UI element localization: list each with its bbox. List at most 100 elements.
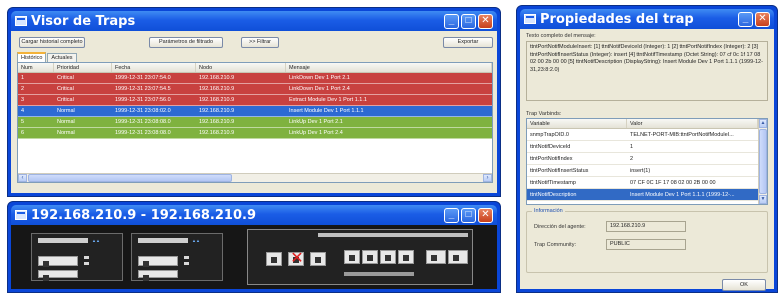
- port-1[interactable]: [266, 252, 282, 266]
- cell-message: LinkUp Dev 1 Port 2.4: [289, 130, 343, 136]
- filter-params-button[interactable]: Parámetros de filtrado: [149, 37, 223, 48]
- close-icon[interactable]: ✕: [755, 11, 770, 27]
- export-button[interactable]: Exportar: [443, 37, 493, 48]
- minimize-icon[interactable]: _: [444, 207, 459, 223]
- cell-num: 5: [21, 119, 25, 125]
- trap-properties-content: Texto completo del mensaje: ttntPortNoti…: [520, 29, 774, 291]
- device-module-3[interactable]: ✕: [247, 229, 473, 285]
- maximize-icon[interactable]: □: [461, 13, 476, 29]
- traps-table-body: 1 Critical 1999-12-31 23:07:54.0 192.168.21…: [18, 73, 492, 139]
- maximize-icon[interactable]: □: [461, 207, 476, 223]
- column-header-message[interactable]: Mensaje: [286, 63, 492, 72]
- cell-message: Insert Module Dev 1 Port 1.1.1: [289, 108, 364, 114]
- device-module-2[interactable]: ▲▲: [131, 233, 223, 281]
- info-label: Información: [532, 208, 565, 214]
- table-row[interactable]: 5 Normal 1999-12-31 23:08:08.0 192.168.210.…: [18, 117, 492, 128]
- table-row[interactable]: 3 Critical 1999-12-31 23:07:56.0 192.168.21…: [18, 95, 492, 106]
- window-app-icon: [15, 16, 27, 26]
- scroll-left-icon[interactable]: ‹: [18, 174, 27, 182]
- vertical-scrollbar[interactable]: ▲ ▼: [758, 119, 767, 204]
- module-logo: ▲▲: [92, 238, 100, 243]
- list-item[interactable]: ttntPortNotifIndex 2: [527, 153, 758, 165]
- window-title: Propiedades del trap: [540, 11, 694, 27]
- tab-actuales[interactable]: Actuales: [47, 53, 77, 62]
- module-port[interactable]: [38, 256, 78, 267]
- scroll-right-icon[interactable]: ›: [483, 174, 492, 182]
- close-icon[interactable]: ✕: [478, 13, 493, 29]
- port-9[interactable]: [448, 250, 468, 264]
- traps-viewer-content: Cargar historial completo Parámetros de …: [11, 31, 497, 193]
- traps-table-header: Num Prioridad Fecha Nodo Mensaje: [18, 63, 492, 73]
- port-7[interactable]: [398, 250, 414, 264]
- column-header-value[interactable]: Valor: [627, 119, 758, 128]
- ok-button[interactable]: OK: [722, 279, 766, 291]
- full-text-box[interactable]: ttntPortNotifModuleInsert: [1] ttntNotif…: [526, 41, 768, 101]
- module-led: [38, 238, 88, 243]
- module-port[interactable]: [38, 270, 78, 281]
- port-8[interactable]: [426, 250, 446, 264]
- varbind-value: 1: [630, 144, 634, 150]
- port-4[interactable]: [344, 250, 360, 264]
- trap-properties-titlebar[interactable]: Propiedades del trap _ ✕: [520, 9, 774, 29]
- trap-properties-window: Propiedades del trap _ ✕ Texto completo …: [516, 5, 778, 293]
- cell-priority: Critical: [57, 86, 74, 92]
- table-row[interactable]: 6 Normal 1999-12-31 23:08:08.0 192.168.210.…: [18, 128, 492, 139]
- varbinds-header: Variable Valor: [527, 119, 758, 129]
- column-header-variable[interactable]: Variable: [527, 119, 627, 128]
- device-titlebar[interactable]: 192.168.210.9 - 192.168.210.9 _ □ ✕: [11, 205, 497, 225]
- window-app-icon: [524, 14, 536, 24]
- tab-historico[interactable]: Histórico: [17, 52, 47, 62]
- column-header-date[interactable]: Fecha: [112, 63, 196, 72]
- cell-message: Extract Module Dev 1 Port 1.1.1: [289, 97, 367, 103]
- close-icon[interactable]: ✕: [478, 207, 493, 223]
- list-item[interactable]: ttntNotifDeviceId 1: [527, 141, 758, 153]
- port-3[interactable]: [310, 252, 326, 266]
- cell-priority: Normal: [57, 119, 75, 125]
- horizontal-scrollbar[interactable]: ‹ ›: [18, 173, 492, 182]
- varbind-variable: snmpTrapOID.0: [530, 132, 569, 138]
- list-item[interactable]: snmpTrapOID.0 TELNET-PORT-MIB:ttntPortNot…: [527, 129, 758, 141]
- varbind-value: 07 CF 0C 1F 17 08 02 00 2B 00 00: [630, 180, 716, 186]
- minimize-icon[interactable]: _: [738, 11, 753, 27]
- load-history-button[interactable]: Cargar historial completo: [19, 37, 85, 48]
- window-title: 192.168.210.9 - 192.168.210.9: [31, 207, 256, 223]
- list-item[interactable]: ttntNotifTimestamp 07 CF 0C 1F 17 08 02 0…: [527, 177, 758, 189]
- cell-priority: Normal: [57, 108, 75, 114]
- column-header-num[interactable]: Num: [18, 63, 54, 72]
- table-row[interactable]: 4 Normal 1999-12-31 23:08:02.0 192.168.210.…: [18, 106, 492, 117]
- module-port[interactable]: [138, 270, 178, 281]
- varbind-value: 2: [630, 156, 634, 162]
- module-port[interactable]: [138, 256, 178, 267]
- varbind-value: Insert Module Dev 1 Port 1.1.1 (1999-12-…: [630, 192, 735, 198]
- module-logo: ▲▲: [192, 238, 200, 243]
- trap-community-label: Trap Community:: [534, 242, 576, 248]
- scroll-down-icon[interactable]: ▼: [759, 195, 767, 204]
- device-window: 192.168.210.9 - 192.168.210.9 _ □ ✕ ▲▲ ▲…: [7, 201, 501, 293]
- port-6[interactable]: [380, 250, 396, 264]
- port-5[interactable]: [362, 250, 378, 264]
- scroll-up-icon[interactable]: ▲: [759, 119, 767, 128]
- list-item[interactable]: ttntNotifDescription Insert Module Dev 1 …: [527, 189, 758, 201]
- cell-num: 4: [21, 108, 25, 114]
- cell-node: 192.168.210.9: [199, 130, 235, 136]
- cell-message: LinkDown Dev 1 Port 2.4: [289, 86, 350, 92]
- agent-address-field[interactable]: 192.168.210.9: [606, 221, 686, 232]
- list-item[interactable]: ttntPortNotifInsertStatus insert(1): [527, 165, 758, 177]
- trap-community-field[interactable]: PUBLIC: [606, 239, 686, 250]
- traps-viewer-titlebar[interactable]: Visor de Traps _ □ ✕: [11, 11, 497, 31]
- minimize-icon[interactable]: _: [444, 13, 459, 29]
- column-header-priority[interactable]: Prioridad: [54, 63, 112, 72]
- cell-node: 192.168.210.9: [199, 97, 235, 103]
- cell-node: 192.168.210.9: [199, 108, 235, 114]
- full-text-label: Texto completo del mensaje:: [526, 33, 596, 39]
- module-led: [138, 238, 188, 243]
- table-row[interactable]: 1 Critical 1999-12-31 23:07:54.0 192.168.21…: [18, 73, 492, 84]
- device-module-1[interactable]: ▲▲: [31, 233, 123, 281]
- scrollbar-thumb[interactable]: [28, 174, 232, 182]
- scrollbar-thumb[interactable]: [759, 129, 767, 194]
- column-header-node[interactable]: Nodo: [196, 63, 286, 72]
- cell-date: 1999-12-31 23:08:02.0: [115, 108, 171, 114]
- cell-message: LinkUp Dev 1 Port 2.1: [289, 119, 343, 125]
- table-row[interactable]: 2 Critical 1999-12-31 23:07:54.5 192.168.21…: [18, 84, 492, 95]
- filter-button[interactable]: >> Filtrar: [241, 37, 279, 48]
